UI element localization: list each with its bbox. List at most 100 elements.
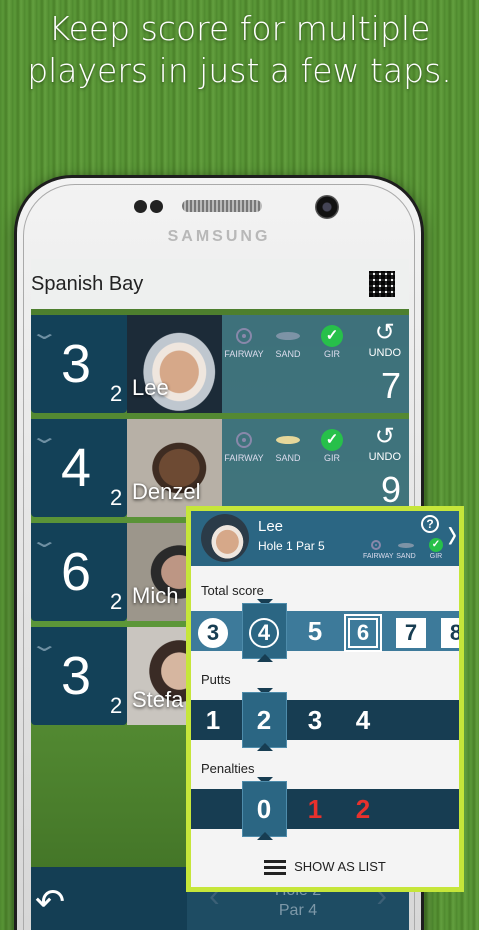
- avatar: [201, 514, 249, 562]
- fairway-target-icon: [236, 328, 252, 344]
- player-name: Denzel: [132, 479, 201, 504]
- hole-score: 4: [61, 438, 92, 498]
- putts-picker[interactable]: 1 2 3 4: [191, 692, 459, 748]
- score-tile[interactable]: ⌄ 6 2: [31, 523, 127, 621]
- undo-button[interactable]: ↺ UNDO: [369, 319, 401, 359]
- putts-count: 2: [110, 485, 123, 510]
- putts-count: 2: [110, 589, 123, 614]
- gir-check-icon: ✓: [321, 429, 343, 451]
- penalty-option[interactable]: 1: [298, 791, 332, 827]
- sand-bunker-icon: [398, 542, 414, 548]
- sand-toggle[interactable]: SAND: [266, 323, 310, 359]
- fairway-label: FAIRWAY: [224, 349, 264, 359]
- gir-toggle[interactable]: ✓ GIR: [310, 427, 354, 463]
- front-camera-icon: [315, 195, 339, 219]
- fairway-label: FAIRWAY: [224, 453, 264, 463]
- player-total: 7: [380, 365, 401, 406]
- show-as-list-button[interactable]: SHOW AS LIST: [191, 859, 459, 876]
- putts-count: 2: [110, 693, 123, 718]
- sand-toggle[interactable]: SAND: [266, 427, 310, 463]
- player-name: Lee: [132, 375, 169, 400]
- player-row-denzel[interactable]: ⌄ 4 2 Denzel FAIRWAY SAND ✓ GIR ↺ UNDO 9: [31, 419, 409, 519]
- total-option[interactable]: 3: [196, 613, 230, 649]
- sand-toggle[interactable]: SAND: [393, 537, 419, 560]
- total-option[interactable]: 8: [439, 613, 459, 649]
- player-name: Stefa: [132, 687, 184, 712]
- penalty-option-selected[interactable]: 0: [247, 791, 281, 827]
- score-tile[interactable]: ⌄ 4 2: [31, 419, 127, 517]
- player-row-lee[interactable]: ⌄ 3 2 Lee FAIRWAY SAND ✓ GIR ↺ UNDO 7: [31, 315, 409, 415]
- player-name: Mich: [132, 583, 179, 608]
- total-option-selected[interactable]: 4: [247, 613, 281, 649]
- player-total: 9: [380, 469, 401, 510]
- putts-option[interactable]: 1: [196, 702, 230, 738]
- scorecard-grid-icon[interactable]: [369, 271, 395, 297]
- popup-header: Lee Hole 1 Par 5 ? FAIRWAY SAND ✓ GIR ›: [191, 511, 459, 566]
- chevron-down-icon[interactable]: ⌄: [31, 424, 59, 449]
- undo-button[interactable]: ↺ UNDO: [369, 423, 401, 463]
- score-tile[interactable]: ⌄ 3 2: [31, 627, 127, 725]
- selection-marker-icon: [257, 743, 273, 751]
- list-icon: [264, 859, 287, 876]
- chevron-down-icon[interactable]: ⌄: [31, 320, 59, 345]
- total-option[interactable]: 6: [344, 613, 382, 652]
- popup-hole-par: Hole 1 Par 5: [258, 539, 325, 553]
- promo-line-2: players in just a few taps.: [27, 51, 452, 90]
- back-arrow-icon[interactable]: ↶: [35, 881, 65, 923]
- chevron-down-icon[interactable]: ⌄: [31, 528, 59, 553]
- selection-marker-icon: [257, 832, 273, 840]
- hole-score: 6: [61, 542, 92, 602]
- putts-label: Putts: [201, 672, 231, 687]
- gir-toggle[interactable]: ✓ GIR: [310, 323, 354, 359]
- earpiece-speaker: [182, 200, 262, 212]
- undo-icon: ↺: [374, 319, 395, 346]
- popup-stats: FAIRWAY SAND ✓ GIR: [363, 537, 449, 560]
- penalty-option[interactable]: 2: [346, 791, 380, 827]
- app-bar: Spanish Bay: [31, 259, 409, 309]
- fairway-toggle[interactable]: FAIRWAY: [363, 537, 394, 560]
- undo-icon: ↺: [374, 423, 395, 450]
- fairway-toggle[interactable]: FAIRWAY: [222, 323, 266, 359]
- total-option[interactable]: 5: [298, 613, 332, 649]
- show-as-list-label: SHOW AS LIST: [294, 859, 386, 874]
- popup-player-name: Lee: [258, 518, 284, 535]
- help-icon[interactable]: ?: [421, 515, 439, 533]
- sand-bunker-icon: [276, 332, 300, 340]
- penalties-label: Penalties: [201, 761, 255, 776]
- light-sensor-icon: [150, 200, 163, 213]
- chevron-down-icon[interactable]: ⌄: [31, 632, 59, 657]
- score-tile[interactable]: ⌄ 3 2: [31, 315, 127, 413]
- sand-bunker-icon: [276, 436, 300, 444]
- promo-headline: Keep score for multiple players in just …: [0, 8, 479, 92]
- total-score-picker[interactable]: 3 4 5 6 7 8: [191, 603, 459, 659]
- putts-option-selected[interactable]: 2: [247, 702, 281, 738]
- putts-option[interactable]: 3: [298, 702, 332, 738]
- next-player-icon[interactable]: ›: [448, 511, 457, 559]
- gir-label: GIR: [323, 453, 340, 463]
- player-stats-panel: FAIRWAY SAND ✓ GIR ↺ UNDO 9: [222, 419, 409, 517]
- hole-score: 3: [61, 334, 92, 394]
- total-option[interactable]: 7: [394, 613, 428, 649]
- promo-line-1: Keep score for multiple: [48, 9, 431, 48]
- total-score-label: Total score: [201, 583, 264, 598]
- gir-label: GIR: [323, 349, 340, 359]
- fairway-target-icon: [371, 540, 381, 550]
- putts-count: 2: [110, 381, 123, 406]
- gir-check-icon: ✓: [321, 325, 343, 347]
- player-stats-panel: FAIRWAY SAND ✓ GIR ↺ UNDO 7: [222, 315, 409, 413]
- device-brand: SAMSUNG: [167, 228, 271, 245]
- sand-label: SAND: [275, 453, 301, 463]
- hole-score: 3: [61, 646, 92, 706]
- gir-toggle[interactable]: ✓ GIR: [423, 537, 449, 560]
- course-title: Spanish Bay: [31, 272, 144, 295]
- gir-check-icon: ✓: [429, 538, 443, 552]
- gir-label: GIR: [429, 553, 443, 560]
- fairway-toggle[interactable]: FAIRWAY: [222, 427, 266, 463]
- putts-option[interactable]: 4: [346, 702, 380, 738]
- sand-label: SAND: [275, 349, 301, 359]
- fairway-target-icon: [236, 432, 252, 448]
- penalties-picker[interactable]: 0 1 2: [191, 781, 459, 837]
- fairway-label: FAIRWAY: [363, 553, 394, 560]
- proximity-sensor-icon: [134, 200, 147, 213]
- sand-label: SAND: [396, 553, 416, 560]
